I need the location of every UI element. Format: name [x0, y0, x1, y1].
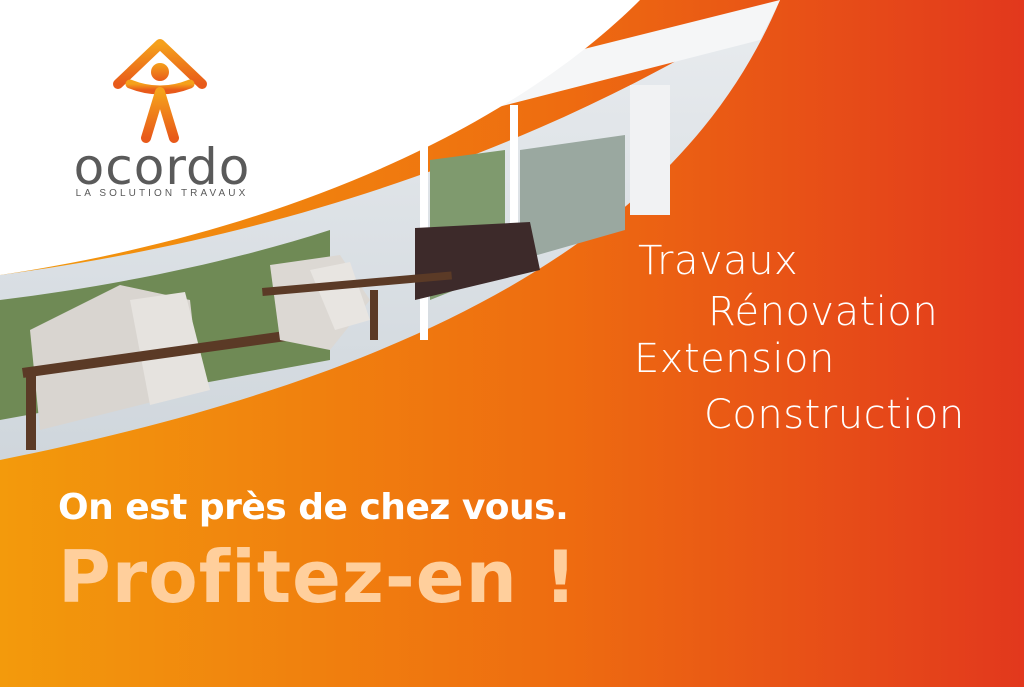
house-figure-icon — [113, 39, 207, 143]
ad-banner: ocordo LA SOLUTION TRAVAUX Travaux Rénov… — [0, 0, 1024, 687]
headline-line-2: Profitez-en ! — [58, 535, 578, 619]
service-renovation: Rénovation — [708, 289, 939, 335]
service-construction: Construction — [704, 392, 965, 438]
service-travaux: Travaux — [638, 238, 799, 284]
service-extension: Extension — [634, 336, 835, 382]
brand-name: ocordo — [73, 138, 251, 196]
brand-logo: ocordo LA SOLUTION TRAVAUX — [62, 36, 262, 206]
headline-line-1: On est près de chez vous. — [58, 487, 569, 528]
brand-tagline: LA SOLUTION TRAVAUX — [75, 188, 249, 199]
